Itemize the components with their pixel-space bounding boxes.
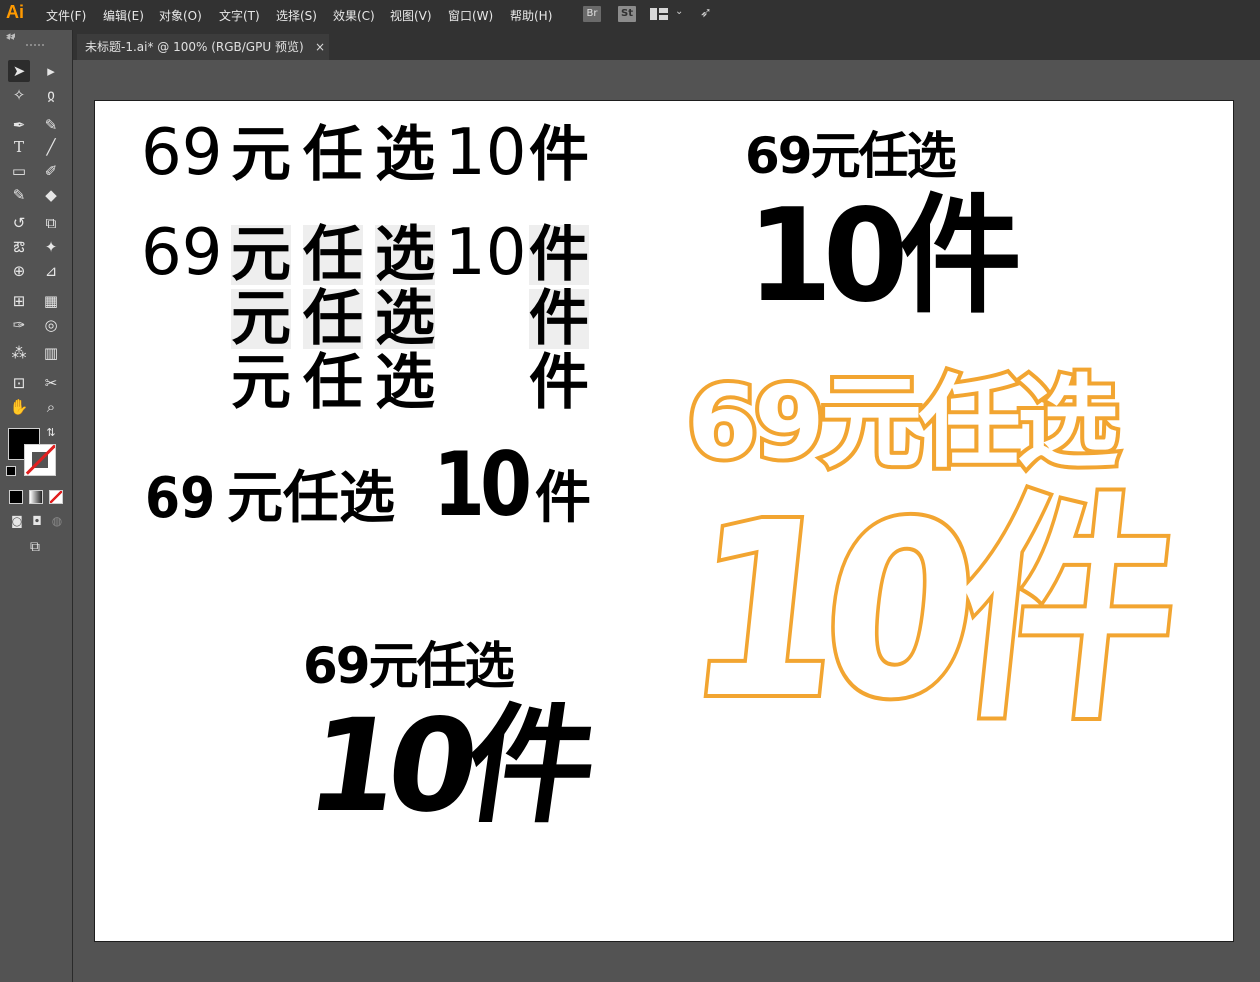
rotate-tool-icon[interactable]: ↺ <box>8 212 30 234</box>
panel-grip[interactable] <box>26 44 44 48</box>
art-text-xuan[interactable]: 选 <box>375 125 435 185</box>
curvature-tool-icon[interactable]: ✎ <box>40 114 62 136</box>
menu-type[interactable]: 文字(T) <box>219 7 260 24</box>
app-logo: Ai <box>6 2 24 22</box>
menu-view[interactable]: 视图(V) <box>390 7 432 24</box>
none-mode-icon[interactable] <box>49 490 63 504</box>
eraser-tool-icon[interactable]: ◆ <box>40 184 62 206</box>
menu-select[interactable]: 选择(S) <box>276 7 317 24</box>
art-text-jian[interactable]: 件 <box>529 289 589 349</box>
art-text-jian[interactable]: 件 <box>529 353 589 413</box>
draw-normal-icon[interactable]: ◙ <box>6 510 28 532</box>
lasso-tool-icon[interactable]: ჲ <box>40 84 62 106</box>
artboard-tool-icon[interactable]: ⊡ <box>8 372 30 394</box>
zoom-tool-icon[interactable]: ⌕ <box>40 396 62 418</box>
art-text-jian[interactable]: 件 <box>529 125 589 185</box>
menu-help[interactable]: 帮助(H) <box>510 7 552 24</box>
direct-selection-tool-icon[interactable]: ▸ <box>40 60 62 82</box>
art-text-yuan[interactable]: 元 <box>231 353 291 413</box>
bridge-button[interactable]: Br <box>583 6 601 22</box>
art-text-xuan[interactable]: 选 <box>375 225 435 285</box>
pen-tool-icon[interactable]: ✒ <box>8 114 30 136</box>
default-colors-icon[interactable] <box>6 466 16 476</box>
art-text-69[interactable]: 69 <box>141 221 222 285</box>
blend-tool-icon[interactable]: ◎ <box>40 314 62 336</box>
mesh-tool-icon[interactable]: ⊞ <box>8 290 30 312</box>
swap-colors-icon[interactable]: ⇅ <box>44 426 58 440</box>
art-text-xuan[interactable]: 选 <box>375 289 435 349</box>
line-tool-icon[interactable]: ╱ <box>40 136 62 158</box>
art-text-10[interactable]: 10 <box>445 221 526 285</box>
art-text-ren[interactable]: 任 <box>303 125 363 185</box>
art-text-ren[interactable]: 任 <box>303 353 363 413</box>
art-text-10[interactable]: 10 <box>445 121 526 185</box>
art-text-orange-69-yuan-ren-xuan[interactable]: 69元任选 <box>683 369 1123 477</box>
stroke-swatch[interactable] <box>24 444 56 476</box>
art-text-ren[interactable]: 任 <box>303 289 363 349</box>
menu-object[interactable]: 对象(O) <box>159 7 202 24</box>
artboard[interactable]: 69 元 任 选 10 件 69 元 任 选 10 件 元 任 选 件 元 任 … <box>94 100 1234 942</box>
magic-wand-tool-icon[interactable]: ✧ <box>8 84 30 106</box>
workspace-layout-icon[interactable] <box>650 8 668 20</box>
art-text-yuan[interactable]: 元 <box>231 289 291 349</box>
document-tab-title: 未标题-1.ai* @ 100% (RGB/GPU 预览) <box>85 40 304 54</box>
chevron-down-icon[interactable]: ⌄ <box>675 6 683 17</box>
document-tab[interactable]: 未标题-1.ai* @ 100% (RGB/GPU 预览) × <box>77 34 329 60</box>
slice-tool-icon[interactable]: ✂ <box>40 372 62 394</box>
paintbrush-tool-icon[interactable]: ✐ <box>40 160 62 182</box>
symbol-sprayer-tool-icon[interactable]: ⁂ <box>8 342 30 364</box>
menu-window[interactable]: 窗口(W) <box>448 7 493 24</box>
art-text-yuan[interactable]: 元 <box>231 225 291 285</box>
type-tool-icon[interactable]: T <box>8 136 30 158</box>
art-text-yuan-ren-xuan[interactable]: 元任选 <box>227 471 395 527</box>
perspective-grid-tool-icon[interactable]: ⊿ <box>40 260 62 282</box>
eyedropper-tool-icon[interactable]: ✑ <box>8 314 30 336</box>
column-graph-tool-icon[interactable]: ▥ <box>40 342 62 364</box>
hand-tool-icon[interactable]: ✋ <box>8 396 30 418</box>
stock-button[interactable]: St <box>618 6 636 22</box>
shaper-tool-icon[interactable]: ✎ <box>8 184 30 206</box>
art-text-69[interactable]: 69 <box>141 121 222 185</box>
rocket-icon[interactable]: ➶ <box>700 5 712 21</box>
menu-file[interactable]: 文件(F) <box>46 7 86 24</box>
art-text-10-jian[interactable]: 10件 <box>299 692 596 841</box>
art-text-xuan[interactable]: 选 <box>375 353 435 413</box>
art-text-jian[interactable]: 件 <box>535 471 591 527</box>
art-text-10[interactable]: 10 <box>433 441 532 529</box>
gradient-mode-icon[interactable] <box>29 490 43 504</box>
art-text-10-jian[interactable]: 10件 <box>747 193 1022 321</box>
menu-bar: Ai 文件(F) 编辑(E) 对象(O) 文字(T) 选择(S) 效果(C) 视… <box>0 0 1260 30</box>
close-icon[interactable]: × <box>315 34 325 60</box>
art-text-69[interactable]: 69 <box>145 471 215 527</box>
selection-tool-icon[interactable]: ➤ <box>8 60 30 82</box>
art-text-ren[interactable]: 任 <box>303 225 363 285</box>
warp-tool-icon[interactable]: ఔ <box>8 236 30 258</box>
rectangle-tool-icon[interactable]: ▭ <box>8 160 30 182</box>
panel-collapse-icon[interactable]: ◂◂ <box>6 31 15 41</box>
draw-inside-icon[interactable]: ◍ <box>46 510 68 532</box>
puppet-warp-tool-icon[interactable]: ✦ <box>40 236 62 258</box>
color-mode-icon[interactable] <box>9 490 23 504</box>
menu-edit[interactable]: 编辑(E) <box>103 7 144 24</box>
shape-builder-tool-icon[interactable]: ⊕ <box>8 260 30 282</box>
menu-effect[interactable]: 效果(C) <box>333 7 375 24</box>
scale-tool-icon[interactable]: ⧉ <box>40 212 62 234</box>
art-text-yuan[interactable]: 元 <box>231 125 291 185</box>
draw-behind-icon[interactable]: ◘ <box>26 510 48 532</box>
art-text-jian[interactable]: 件 <box>529 225 589 285</box>
screen-mode-icon[interactable]: ⧉ <box>24 536 46 558</box>
gradient-tool-icon[interactable]: ▦ <box>40 290 62 312</box>
art-text-69-yuan-ren-xuan[interactable]: 69元任选 <box>303 641 515 691</box>
tools-panel: ◂◂ ➤ ▸ ✧ ჲ ✒ ✎ T ╱ ▭ ✐ ✎ ◆ ↺ ⧉ ఔ ✦ ⊕ ⊿ ⊞… <box>0 30 73 982</box>
art-text-orange-10-jian[interactable]: 10件 <box>672 467 1177 755</box>
document-tab-bar: 未标题-1.ai* @ 100% (RGB/GPU 预览) × <box>73 30 1260 60</box>
art-text-69-yuan-ren-xuan[interactable]: 69元任选 <box>745 131 957 181</box>
